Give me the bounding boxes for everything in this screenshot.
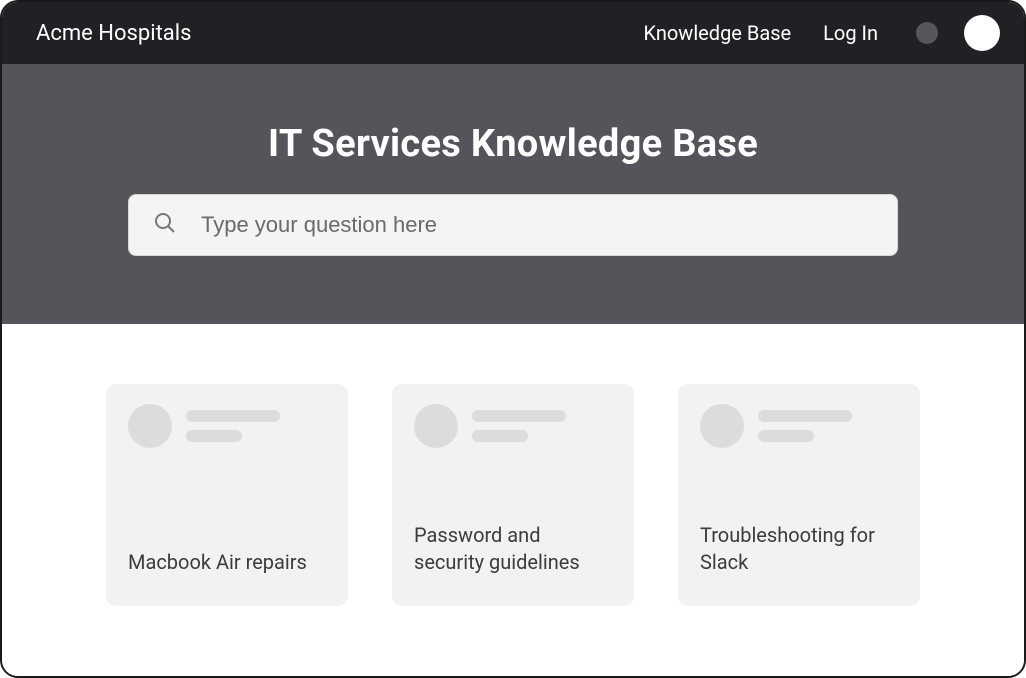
search-icon [153, 211, 177, 239]
card-grid: Macbook Air repairs Password and securit… [106, 384, 920, 606]
article-card[interactable]: Troubleshooting for Slack [678, 384, 920, 606]
status-indicator-icon [916, 22, 938, 44]
avatar[interactable] [964, 15, 1000, 51]
placeholder-line-icon [472, 430, 528, 442]
card-title: Password and security guidelines [414, 522, 612, 582]
search-bar[interactable] [128, 194, 898, 256]
card-meta-placeholder [186, 410, 280, 442]
article-card[interactable]: Password and security guidelines [392, 384, 634, 606]
card-title: Macbook Air repairs [128, 549, 326, 582]
brand-name: Acme Hospitals [36, 21, 618, 46]
app-window: Acme Hospitals Knowledge Base Log In IT … [0, 0, 1026, 678]
hero-section: IT Services Knowledge Base [2, 64, 1024, 324]
placeholder-line-icon [186, 430, 242, 442]
content-area: Macbook Air repairs Password and securit… [2, 324, 1024, 676]
card-header [700, 404, 898, 448]
article-card[interactable]: Macbook Air repairs [106, 384, 348, 606]
author-avatar-placeholder-icon [128, 404, 172, 448]
card-header [414, 404, 612, 448]
placeholder-line-icon [758, 430, 814, 442]
placeholder-line-icon [472, 410, 566, 422]
card-title: Troubleshooting for Slack [700, 522, 898, 582]
page-title: IT Services Knowledge Base [268, 122, 758, 166]
author-avatar-placeholder-icon [700, 404, 744, 448]
card-meta-placeholder [472, 410, 566, 442]
placeholder-line-icon [758, 410, 852, 422]
card-header [128, 404, 326, 448]
search-input[interactable] [201, 212, 873, 238]
nav-login[interactable]: Log In [817, 21, 884, 45]
nav-knowledge-base[interactable]: Knowledge Base [638, 21, 798, 45]
card-meta-placeholder [758, 410, 852, 442]
author-avatar-placeholder-icon [414, 404, 458, 448]
titlebar: Acme Hospitals Knowledge Base Log In [2, 2, 1024, 64]
placeholder-line-icon [186, 410, 280, 422]
